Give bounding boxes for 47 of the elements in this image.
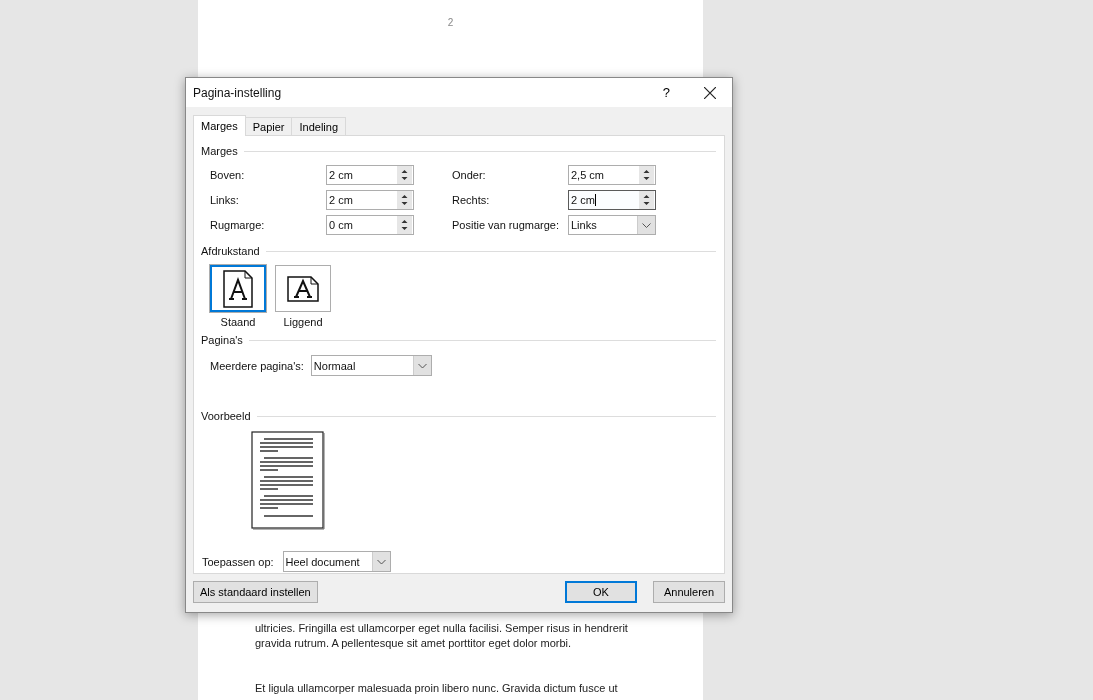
dropdown[interactable]: Links: [568, 215, 656, 235]
field-label: Rechts:: [451, 194, 491, 206]
field-label: Onder:: [451, 169, 487, 181]
landscape-page-icon: [287, 275, 319, 302]
tab[interactable]: Marges: [193, 115, 246, 136]
landscape-button[interactable]: [275, 265, 331, 312]
spin-field[interactable]: 0 cm: [326, 215, 414, 235]
option-label: Staand: [220, 316, 256, 328]
field-label: Boven:: [210, 169, 246, 181]
spin-arrows-icon[interactable]: [397, 166, 412, 184]
field-label: Positie van rugmarge:: [451, 219, 560, 231]
document-text-line: Et ligula ullamcorper malesuada proin libero nunc. Gravida dictum fusce ut: [255, 681, 619, 696]
section-heading: Afdrukstand: [201, 245, 260, 257]
field-label: Toepassen op:: [202, 555, 274, 568]
spin-arrows-icon[interactable]: [397, 191, 412, 209]
tab[interactable]: Indeling: [291, 117, 347, 135]
cancel-button[interactable]: Annuleren: [653, 581, 725, 603]
field-label: Meerdere pagina's:: [210, 359, 304, 372]
section-heading: Pagina's: [201, 334, 243, 346]
portrait-page-icon: [223, 269, 253, 308]
spin-arrows-icon[interactable]: [639, 191, 654, 209]
option-label: Liggend: [283, 316, 323, 328]
dropdown[interactable]: Normaal: [310, 355, 432, 376]
spin-field[interactable]: 2 cm: [568, 190, 656, 210]
field-label: Rugmarge:: [210, 219, 266, 231]
section-heading: Marges: [201, 145, 238, 157]
window-title: Pagina-instelling: [193, 85, 283, 100]
dropdown[interactable]: Heel document: [282, 551, 391, 572]
document-text-line: ultricies. Fringilla est ullamcorper eget nulla facilisi. Semper risus in hendrerit: [255, 621, 629, 636]
section-heading: Voorbeeld: [201, 410, 251, 422]
help-button[interactable]: ?: [662, 85, 670, 100]
spin-field[interactable]: 2,5 cm: [568, 165, 656, 185]
chevron-down-icon[interactable]: [637, 216, 655, 234]
field-label: Links:: [210, 194, 240, 206]
close-icon[interactable]: [704, 86, 716, 99]
tab[interactable]: Papier: [244, 117, 293, 135]
set-default-button[interactable]: Als standaard instellen: [193, 581, 318, 603]
page-number: 2: [446, 17, 455, 28]
portrait-button[interactable]: [210, 265, 266, 312]
spin-field[interactable]: 2 cm: [326, 190, 414, 210]
spin-arrows-icon[interactable]: [397, 216, 412, 234]
spin-arrows-icon[interactable]: [639, 166, 654, 184]
chevron-down-icon[interactable]: [371, 552, 390, 571]
ok-button[interactable]: OK: [565, 581, 637, 603]
document-text-line: gravida rutrum. A pellentesque sit amet porttitor eget dolor morbi.: [255, 636, 573, 651]
spin-field[interactable]: 2 cm: [326, 165, 414, 185]
chevron-down-icon[interactable]: [412, 356, 431, 375]
